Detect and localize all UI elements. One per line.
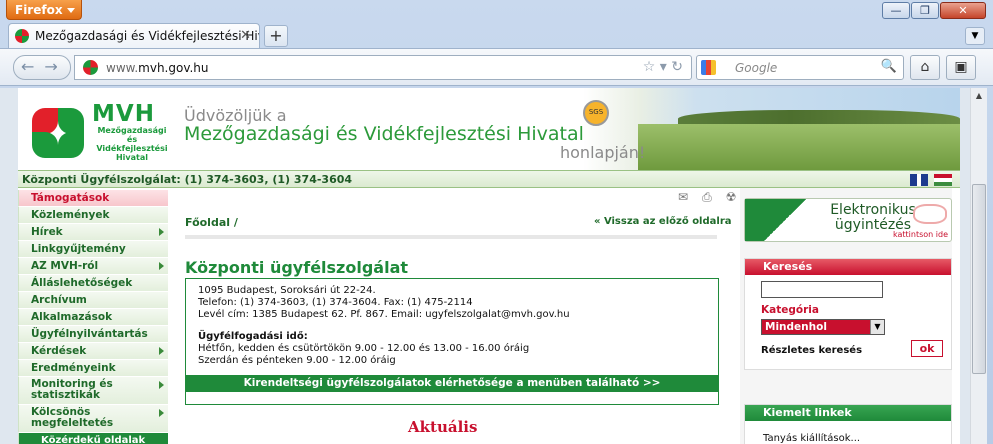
maximize-button[interactable]: ❐ <box>911 2 939 19</box>
search-ok-button[interactable]: ok <box>911 340 943 357</box>
category-select[interactable]: Mindenhol ▼ <box>761 319 885 335</box>
site-identity-icon[interactable] <box>83 60 98 75</box>
page-tools: ✉ ⎙ ☢ <box>664 190 736 205</box>
logo-text: MVH <box>92 101 155 127</box>
hungarian-flag-icon[interactable] <box>934 174 952 186</box>
news-heading: Aktuális <box>408 418 478 436</box>
address-text: 1095 Budapest, Soroksári út 22-24. <box>198 285 376 296</box>
close-tab-icon[interactable]: ✕ <box>240 28 251 43</box>
close-window-button[interactable]: ✕ <box>940 2 986 19</box>
menu-item-kozlemenyek[interactable]: Közlemények <box>18 207 168 224</box>
search-icon[interactable]: 🔍 <box>881 59 897 74</box>
page-banner: MVH Mezőgazdasági és Vidékfejlesztési Hi… <box>18 88 960 170</box>
phone-text: Telefon: (1) 374-3603, (1) 374-3604. Fax… <box>198 297 473 308</box>
welcome-line-2: Mezőgazdasági és Vidékfejlesztési Hivata… <box>184 123 584 145</box>
menu-item-allaslehetosegek[interactable]: Álláslehetőségek <box>18 275 168 292</box>
url-bar[interactable]: www.mvh.gov.hu ☆ ▾ ↻ <box>74 55 692 80</box>
favicon-icon <box>15 29 29 43</box>
menu-item-archivum[interactable]: Archívum <box>18 292 168 309</box>
tab-mvh[interactable]: Mezőgazdasági és Vidékfejlesztési Hivata… <box>8 23 260 48</box>
scroll-thumb[interactable] <box>972 184 986 374</box>
e-admin-title: Elektronikus ügyintézés <box>830 202 916 233</box>
breadcrumb[interactable]: Főoldal / <box>185 216 238 229</box>
list-tabs-button[interactable]: ▼ <box>965 27 985 45</box>
print-icon[interactable]: ⎙ <box>702 190 712 204</box>
mvh-logo[interactable] <box>28 104 88 160</box>
new-tab-button[interactable]: + <box>264 25 288 47</box>
menu-item-kozerdeku[interactable]: Közérdekű oldalak <box>18 433 168 444</box>
accessibility-icon[interactable]: ☢ <box>726 190 737 204</box>
hours-label: Ügyfélfogadási idő: <box>198 331 308 342</box>
chevron-right-icon <box>159 347 164 355</box>
navigation-toolbar: ←→ www.mvh.gov.hu ☆ ▾ ↻ Google 🔍 ⌂ ▣ <box>0 48 993 86</box>
sgs-badge: SGS <box>583 100 609 126</box>
menu-item-alkalmazasok[interactable]: Alkalmazások <box>18 309 168 326</box>
contact-info-box: 1095 Budapest, Soroksári út 22-24. Telef… <box>185 278 719 405</box>
mail-text: Levél cím: 1385 Budapest 62. Pf. 867. Em… <box>198 309 570 320</box>
menu-item-kolcsonos[interactable]: Kölcsönös megfeleltetés <box>18 405 168 433</box>
featured-links-panel: Kiemelt linkek Tanyás kiállítások... <box>744 404 952 444</box>
e-admin-subtitle: kattintson ide <box>893 230 948 239</box>
search-panel: Keresés Kategória Mindenhol ▼ Részletes k… <box>744 258 952 370</box>
chevron-right-icon <box>159 228 164 236</box>
menu-item-linkgyujtemeny[interactable]: Linkgyűjtemény <box>18 241 168 258</box>
vertical-scrollbar[interactable]: ▲ <box>970 88 987 444</box>
detailed-search-link[interactable]: Részletes keresés <box>761 345 862 356</box>
english-flag-icon[interactable] <box>910 174 928 186</box>
menu-item-monitoring[interactable]: Monitoring és statisztikák <box>18 377 168 405</box>
minimize-button[interactable]: — <box>882 2 910 19</box>
bookmark-star-icon[interactable]: ☆ ▾ ↻ <box>643 59 683 75</box>
home-button[interactable]: ⌂ <box>910 55 940 80</box>
menu-item-tamogatasok[interactable]: Támogatások <box>18 190 168 207</box>
menu-item-eredmenyeink[interactable]: Eredményeink <box>18 360 168 377</box>
contact-bar: Központi Ügyfélszolgálat: (1) 374-3603, … <box>18 170 960 188</box>
firefox-menu-button[interactable]: Firefox <box>6 0 82 20</box>
featured-links-heading: Kiemelt linkek <box>745 405 951 421</box>
branch-offices-link[interactable]: Kirendeltségi ügyfélszolgálatok elérhető… <box>186 375 718 392</box>
menu-item-kerdesek[interactable]: Kérdések <box>18 343 168 360</box>
left-menu: Támogatások Közlemények Hírek Linkgyűjte… <box>18 190 168 444</box>
chevron-down-icon <box>67 8 75 13</box>
back-forward-buttons[interactable]: ←→ <box>13 55 71 80</box>
chevron-right-icon <box>159 409 164 417</box>
chevron-right-icon <box>159 262 164 270</box>
search-input[interactable]: Google 🔍 <box>696 55 904 80</box>
email-icon[interactable]: ✉ <box>678 190 688 204</box>
tab-title: Mezőgazdasági és Vidékfejlesztési Hivata… <box>35 29 259 43</box>
site-search-input[interactable] <box>761 281 883 298</box>
back-arrow-icon: ← <box>21 57 45 76</box>
hours-text-2: Szerdán és pénteken 9.00 - 12.00 óráig <box>198 355 396 366</box>
forward-arrow-icon: → <box>44 57 68 76</box>
featured-link[interactable]: Tanyás kiállítások... <box>745 421 951 444</box>
hand-icon <box>913 204 947 224</box>
chevron-right-icon <box>159 381 164 389</box>
page-title: Központi ügyfélszolgálat <box>185 258 409 277</box>
menu-item-az-mvh-rol[interactable]: AZ MVH-ról <box>18 258 168 275</box>
hours-text-1: Hétfőn, kedden és csütörtökön 9.00 - 12.… <box>198 343 530 354</box>
menu-item-ugyfelnyilvantartas[interactable]: Ügyfélnyilvántartás <box>18 326 168 343</box>
scroll-up-icon: ▲ <box>975 91 983 100</box>
menu-item-hirek[interactable]: Hírek <box>18 224 168 241</box>
e-administration-banner[interactable]: Elektronikus ügyintézés kattintson ide <box>744 198 952 242</box>
right-column: Elektronikus ügyintézés kattintson ide K… <box>740 188 952 444</box>
category-label: Kategória <box>761 304 819 316</box>
page-viewport: MVH Mezőgazdasági és Vidékfejlesztési Hi… <box>18 88 960 444</box>
back-link[interactable]: « Vissza az előző oldalra <box>594 216 732 227</box>
bookmarks-button[interactable]: ▣ <box>946 55 976 80</box>
logo-subtitle: Mezőgazdasági és Vidékfejlesztési Hivata… <box>96 126 168 162</box>
google-icon[interactable] <box>701 60 716 75</box>
welcome-line-3: honlapján! <box>560 143 646 162</box>
chevron-down-icon: ▼ <box>870 320 884 334</box>
search-heading: Keresés <box>745 259 951 275</box>
